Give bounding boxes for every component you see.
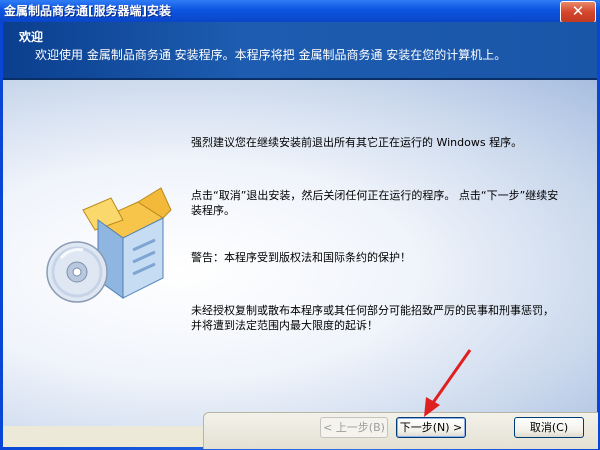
paragraph-legal: 未经授权复制或散布本程序或其任何部分可能招致严厉的民事和刑事惩罚，并将遭到法定范…: [191, 304, 554, 332]
box-with-disc-icon: [46, 187, 172, 303]
dialog-client: 欢迎 欢迎使用 金属制品商务通 安装程序。本程序将把 金属制品商务通 安装在您的…: [3, 22, 598, 449]
wizard-header: 欢迎 欢迎使用 金属制品商务通 安装程序。本程序将把 金属制品商务通 安装在您的…: [3, 22, 597, 78]
back-button[interactable]: < 上一步(B): [320, 417, 388, 438]
wizard-footer: < 上一步(B) 下一步(N) > 取消(C): [3, 412, 598, 449]
window-title: 金属制品商务通[服务器端]安装: [4, 4, 171, 18]
paragraph-close-programs: 强烈建议您在继续安装前退出所有其它正在运行的 Windows 程序。: [191, 136, 523, 149]
next-button[interactable]: 下一步(N) >: [396, 417, 466, 438]
installer-window: 金属制品商务通[服务器端]安装 ✕ 欢迎 欢迎使用 金属制品商务通 安装程序。本…: [0, 0, 600, 450]
header-title: 欢迎: [19, 30, 44, 44]
paragraph-warning: 警告：本程序受到版权法和国际条约的保护！: [191, 251, 411, 264]
title-bar[interactable]: 金属制品商务通[服务器端]安装 ✕: [0, 0, 600, 23]
wizard-body: 强烈建议您在继续安装前退出所有其它正在运行的 Windows 程序。 点击“取消…: [3, 80, 597, 426]
cancel-button[interactable]: 取消(C): [514, 417, 584, 438]
close-icon[interactable]: ✕: [560, 1, 596, 23]
header-subtitle: 欢迎使用 金属制品商务通 安装程序。本程序将把 金属制品商务通 安装在您的计算机…: [35, 48, 507, 62]
paragraph-cancel-next: 点击“取消”退出安装，然后关闭任何正在运行的程序。 点击“下一步”继续安装程序。: [191, 189, 559, 217]
